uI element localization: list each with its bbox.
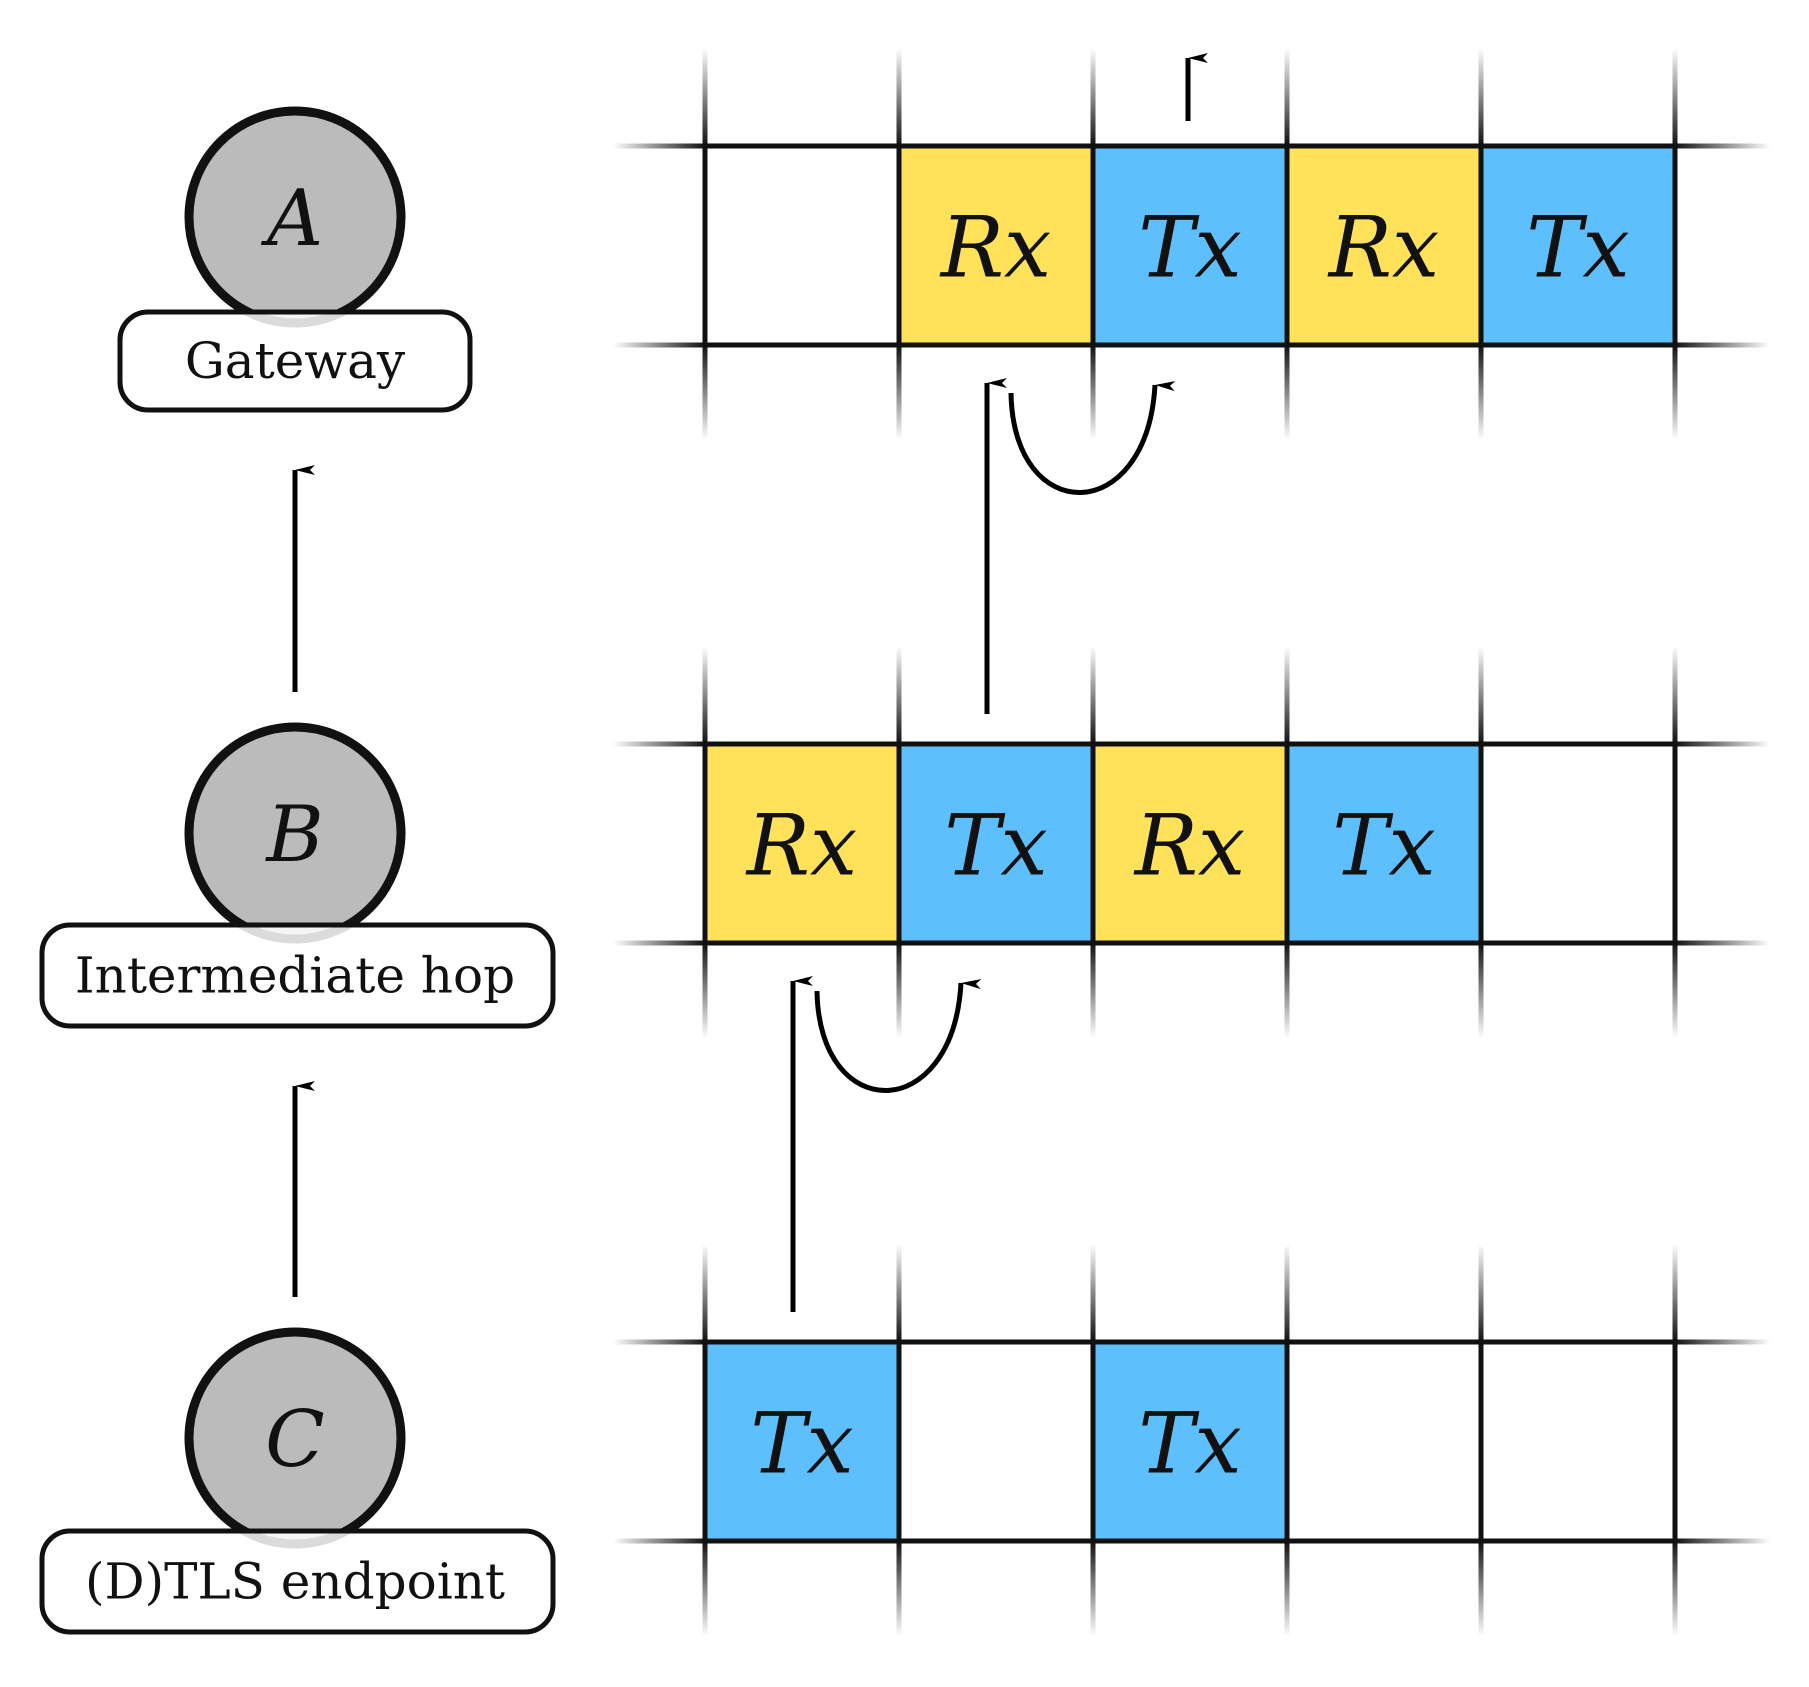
relay-arrow [1008, 381, 1176, 495]
grid-fade-up [702, 48, 708, 146]
node-label: (D)TLS endpoint [85, 1553, 505, 1611]
slot-label: Tx [1138, 199, 1241, 297]
grid-fade-left [613, 143, 705, 149]
grid-fade-up [1090, 48, 1096, 146]
grid-fade-up [1284, 646, 1290, 744]
grid-fade-left [613, 741, 705, 747]
grid-fade-up [1284, 1244, 1290, 1342]
grid-fade-down [1672, 943, 1678, 1038]
grid-fade-down [702, 345, 708, 440]
slot-label: Rx [1133, 797, 1246, 895]
node-c: C (D)TLS endpoint [39, 1327, 556, 1635]
grid-fade-left [613, 342, 705, 348]
grid-fade-down [1090, 943, 1096, 1038]
grid-fade-up [702, 646, 708, 744]
grid-fade-right [1675, 1538, 1770, 1544]
grid-fade-right [1675, 143, 1770, 149]
slot-label: Tx [1526, 199, 1629, 297]
grid-fade-up [1478, 646, 1484, 744]
slot-label: Tx [750, 1395, 853, 1493]
slot-label: Rx [1327, 199, 1440, 297]
grid-fade-right [1675, 342, 1770, 348]
slot-empty [1481, 1342, 1675, 1541]
schedule-row-c: Tx Tx [613, 1244, 1770, 1636]
grid-fade-up [1672, 646, 1678, 744]
grid-fade-left [613, 1538, 705, 1544]
slot-empty [1481, 744, 1675, 943]
slot-label: Tx [944, 797, 1047, 895]
slot-label: Rx [745, 797, 858, 895]
tsch-schedule-diagram: A Gateway B Intermediate hop C (D)TLS endpoin… [39, 48, 1770, 1636]
node-label: Gateway [185, 332, 406, 390]
node-letter: C [265, 1395, 325, 1485]
schedule-grid: Rx Tx Rx Tx Rx Tx Rx Tx Tx Tx [613, 48, 1770, 1636]
grid-fade-down [1478, 943, 1484, 1038]
grid-fade-down [1672, 1541, 1678, 1636]
grid-fade-down [896, 943, 902, 1038]
grid-fade-up [1672, 48, 1678, 146]
grid-fade-up [896, 48, 902, 146]
slot-empty [1287, 1342, 1481, 1541]
node-b: B Intermediate hop [39, 722, 556, 1029]
slot-empty [899, 1342, 1093, 1541]
grid-fade-down [1478, 345, 1484, 440]
grid-fade-up [702, 1244, 708, 1342]
node-column: A Gateway B Intermediate hop C (D)TLS endpoin… [39, 106, 556, 1635]
slot-label: Tx [1332, 797, 1435, 895]
grid-fade-up [896, 646, 902, 744]
grid-fade-down [1284, 943, 1290, 1038]
grid-fade-down [1284, 345, 1290, 440]
grid-fade-down [1478, 1541, 1484, 1636]
grid-fade-down [702, 1541, 708, 1636]
grid-fade-left [613, 940, 705, 946]
grid-fade-down [1090, 345, 1096, 440]
grid-fade-up [1090, 1244, 1096, 1342]
grid-fade-right [1675, 741, 1770, 747]
slot-label: Tx [1138, 1395, 1241, 1493]
relay-arrow [814, 979, 982, 1093]
schedule-row-a: Rx Tx Rx Tx [613, 48, 1770, 440]
node-label: Intermediate hop [75, 947, 515, 1005]
slot-empty [705, 146, 899, 345]
grid-fade-down [896, 345, 902, 440]
node-a: A Gateway [117, 106, 473, 413]
grid-fade-down [1284, 1541, 1290, 1636]
grid-fade-down [1090, 1541, 1096, 1636]
grid-fade-up [1478, 1244, 1484, 1342]
grid-fade-left [613, 1339, 705, 1345]
node-letter: A [261, 174, 323, 264]
grid-fade-up [1672, 1244, 1678, 1342]
schedule-row-b: Rx Tx Rx Tx [613, 646, 1770, 1038]
slot-label: Rx [939, 199, 1052, 297]
grid-fade-down [1672, 345, 1678, 440]
grid-fade-down [896, 1541, 902, 1636]
grid-fade-down [702, 943, 708, 1038]
grid-fade-up [1284, 48, 1290, 146]
grid-fade-right [1675, 940, 1770, 946]
grid-fade-up [1478, 48, 1484, 146]
grid-fade-up [1090, 646, 1096, 744]
grid-fade-right [1675, 1339, 1770, 1345]
grid-fade-up [896, 1244, 902, 1342]
node-letter: B [264, 790, 323, 880]
